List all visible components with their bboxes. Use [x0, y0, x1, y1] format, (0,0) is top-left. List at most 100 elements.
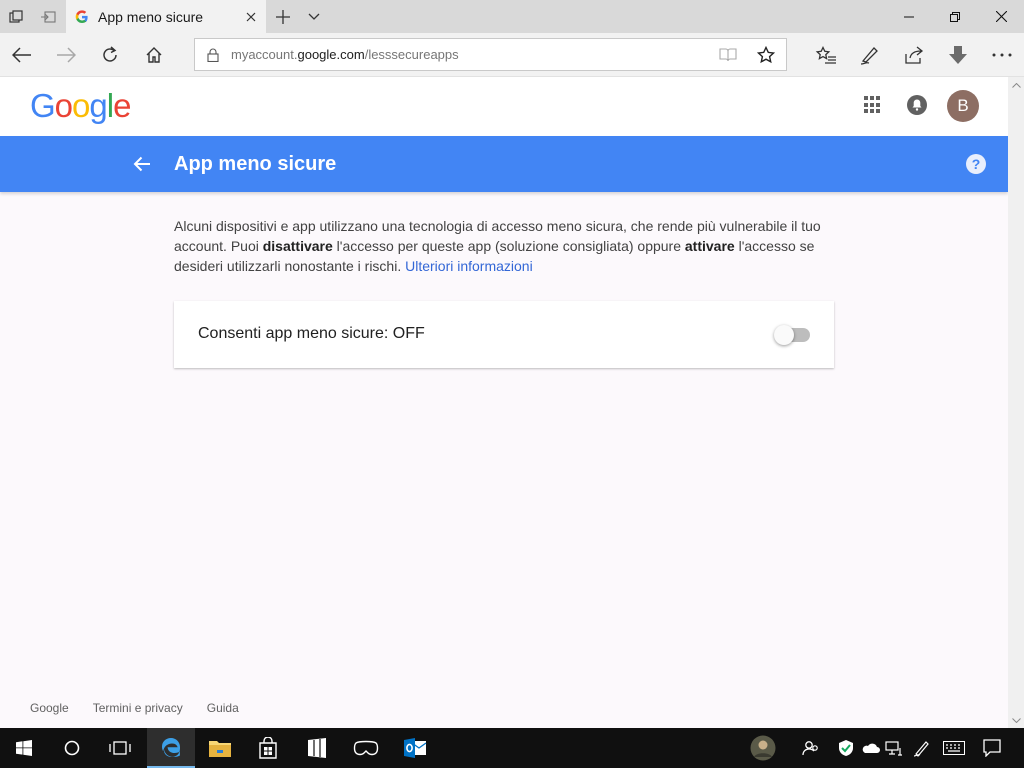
google-logo-letter: g: [89, 87, 107, 124]
tabs-aside-icon: [41, 10, 56, 23]
setting-card: Consenti app meno sicure: OFF: [174, 301, 834, 368]
vertical-scrollbar[interactable]: [1008, 77, 1024, 728]
start-button[interactable]: [0, 728, 48, 768]
learn-more-link[interactable]: Ulteriori informazioni: [405, 258, 533, 274]
home-icon: [146, 47, 162, 63]
favorites-hub-button[interactable]: [804, 33, 848, 77]
apps-grid-icon[interactable]: [862, 94, 884, 116]
minimize-button[interactable]: [886, 0, 932, 33]
search-cortana-button[interactable]: [48, 728, 96, 768]
setting-label: Consenti app meno sicure: OFF: [198, 325, 425, 342]
refresh-icon: [103, 46, 117, 62]
browser-nav-bar: myaccount.google.com/lesssecureapps: [0, 33, 1024, 77]
footer: Google Termini e privacy Guida: [30, 701, 239, 715]
pen-workspace-tray-icon[interactable]: [908, 728, 936, 768]
tab-manager-button[interactable]: [0, 0, 32, 33]
download-extension-button[interactable]: [936, 33, 980, 77]
description-text: Alcuni dispositivi e app utilizzano una …: [174, 216, 834, 276]
google-logo[interactable]: Google: [30, 87, 131, 125]
close-icon: [995, 11, 1007, 22]
browser-title-bar: App meno sicure: [0, 0, 1024, 33]
address-bar[interactable]: myaccount.google.com/lesssecureapps: [194, 38, 787, 71]
web-notes-button[interactable]: [848, 33, 892, 77]
close-icon: [246, 12, 256, 21]
taskbar-store[interactable]: [244, 728, 292, 768]
tab-active[interactable]: App meno sicure: [66, 0, 266, 33]
task-view-button[interactable]: [96, 728, 144, 768]
reading-view-button[interactable]: [710, 47, 746, 62]
restore-button[interactable]: [932, 0, 978, 33]
plus-icon: [276, 9, 290, 24]
windows-app-tile-icon: [308, 738, 326, 758]
book-icon: [719, 48, 737, 62]
shield-check-icon: [839, 740, 853, 756]
refresh-button[interactable]: [90, 33, 130, 77]
page-viewport: Google B App meno sicure ? Alcuni dispos…: [0, 77, 1008, 728]
action-center-button[interactable]: [976, 728, 1008, 768]
tab-title: App meno sicure: [98, 8, 204, 25]
arrow-left-icon: [12, 47, 31, 63]
tab-close-button[interactable]: [236, 0, 266, 33]
more-menu-button[interactable]: [980, 33, 1024, 77]
url-text[interactable]: myaccount.google.com/lesssecureapps: [231, 47, 710, 62]
star-icon: [757, 45, 775, 63]
windows-taskbar: [0, 728, 1024, 768]
scroll-down-button[interactable]: [1008, 712, 1024, 728]
taskbar-outlook[interactable]: [391, 728, 439, 768]
taskbar-file-explorer[interactable]: [196, 728, 244, 768]
google-logo-letter: o: [72, 87, 90, 124]
close-window-button[interactable]: [978, 0, 1024, 33]
defender-tray-icon[interactable]: [834, 728, 858, 768]
url-domain: google.com: [297, 47, 365, 62]
onedrive-tray-icon[interactable]: [858, 728, 882, 768]
page-title-bar: App meno sicure ?: [0, 136, 1008, 192]
network-tray-icon[interactable]: [882, 728, 906, 768]
people-avatar[interactable]: [748, 728, 778, 768]
back-arrow-icon[interactable]: [128, 150, 156, 178]
account-avatar[interactable]: B: [947, 90, 979, 122]
google-header: Google B: [0, 77, 1008, 136]
page-title: App meno sicure: [174, 153, 337, 175]
lock-icon: [195, 48, 231, 62]
minimize-icon: [904, 16, 914, 17]
headset-icon: [353, 740, 379, 756]
footer-link-terms-privacy[interactable]: Termini e privacy: [93, 701, 183, 715]
forward-button[interactable]: [46, 33, 86, 77]
outlook-icon: [404, 738, 427, 758]
url-path: /lesssecureapps: [364, 47, 459, 62]
restore-icon: [950, 11, 960, 22]
people-button[interactable]: [798, 728, 824, 768]
less-secure-apps-toggle[interactable]: [774, 325, 810, 345]
home-button[interactable]: [134, 33, 174, 77]
google-logo-letter: e: [113, 87, 131, 124]
footer-link-google[interactable]: Google: [30, 701, 69, 715]
footer-link-help[interactable]: Guida: [207, 701, 239, 715]
description-part2: l'accesso per queste app (soluzione cons…: [332, 238, 685, 254]
taskbar-mail-app[interactable]: [293, 728, 341, 768]
share-button[interactable]: [892, 33, 936, 77]
chevron-down-icon: [1011, 717, 1021, 723]
network-icon: [885, 741, 902, 756]
chevron-up-icon: [1011, 82, 1021, 88]
taskbar-mixed-reality[interactable]: [342, 728, 390, 768]
touch-keyboard-tray-icon[interactable]: [938, 728, 970, 768]
taskbar-edge[interactable]: [147, 728, 195, 768]
notification-speech-icon: [983, 739, 1001, 757]
add-favorite-button[interactable]: [746, 45, 786, 64]
share-icon: [905, 46, 924, 64]
new-tab-button[interactable]: [268, 0, 298, 33]
tab-preview-button[interactable]: [300, 0, 328, 33]
pen-icon: [913, 741, 929, 757]
store-bag-icon: [259, 737, 277, 759]
tabs-icon: [9, 9, 23, 23]
google-favicon-icon: [75, 9, 89, 24]
toggle-thumb: [774, 325, 794, 345]
description-enable-word: attivare: [684, 238, 735, 254]
notifications-bell-icon[interactable]: [907, 95, 927, 115]
cortana-circle-icon: [64, 740, 80, 756]
help-icon[interactable]: ?: [966, 154, 986, 174]
back-button[interactable]: [2, 33, 42, 77]
set-tabs-aside-button[interactable]: [32, 0, 64, 33]
edge-browser-icon: [162, 738, 180, 757]
scroll-up-button[interactable]: [1008, 77, 1024, 93]
